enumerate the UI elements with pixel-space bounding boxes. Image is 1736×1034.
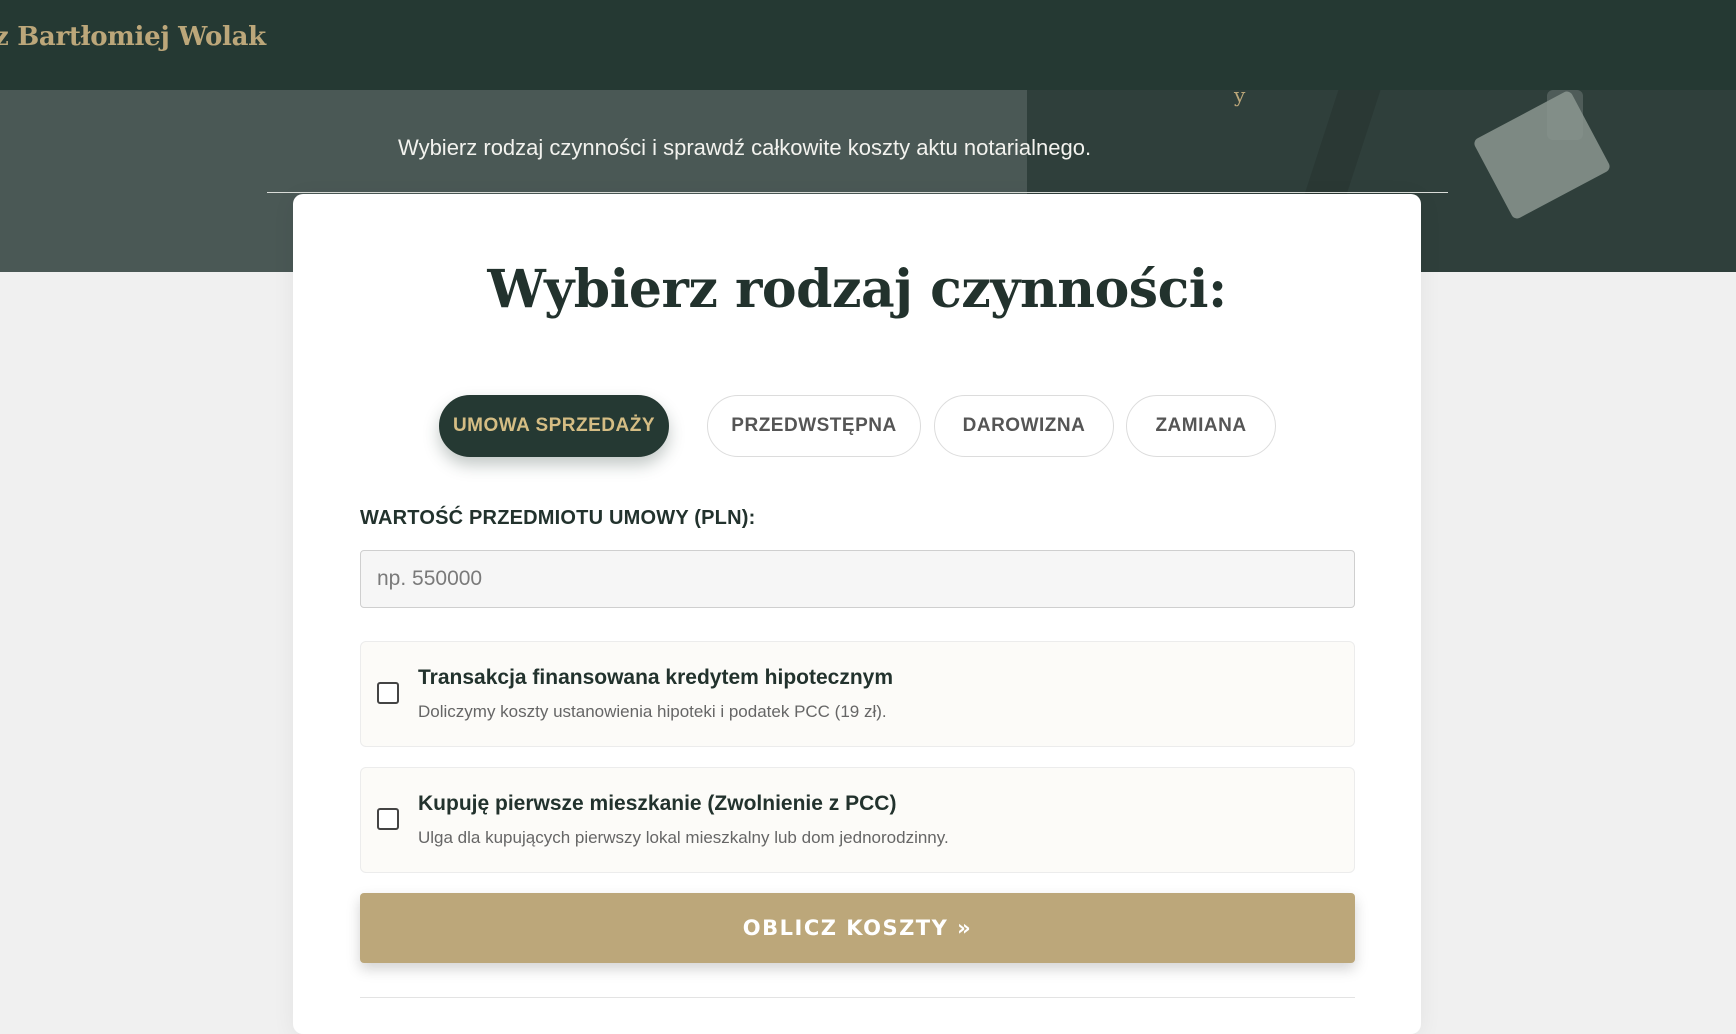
hero-subtitle: Wybierz rodzaj czynności i sprawdź całko…	[398, 135, 1092, 160]
tab-zamiana[interactable]: ZAMIANA	[1126, 395, 1276, 457]
calculate-costs-button[interactable]: OBLICZ KOSZTY »	[360, 893, 1355, 963]
calculator-card: Wybierz rodzaj czynności: UMOWA SPRZEDAŻ…	[293, 194, 1421, 1034]
hero-title-fragment: y	[1234, 90, 1246, 107]
tab-umowa-sprzedazy[interactable]: UMOWA SPRZEDAŻY	[439, 395, 669, 457]
tab-przedwstepna[interactable]: PRZEDWSTĘPNA	[707, 395, 921, 457]
mortgage-option-title: Transakcja finansowana kredytem hipotecz…	[418, 666, 894, 689]
first-home-option-description: Ulga dla kupujących pierwszy lokal miesz…	[418, 828, 949, 847]
first-home-option[interactable]: Kupuję pierwsze mieszkanie (Zwolnienie z…	[360, 767, 1355, 873]
first-home-checkbox[interactable]	[377, 808, 399, 830]
mortgage-checkbox[interactable]	[377, 682, 399, 704]
mortgage-option[interactable]: Transakcja finansowana kredytem hipotecz…	[360, 641, 1355, 747]
hero-photo-cuff	[1472, 90, 1612, 221]
card-divider	[360, 997, 1355, 998]
brand-logo-text[interactable]: z Bartłomiej Wolak	[0, 22, 266, 52]
first-home-option-title: Kupuję pierwsze mieszkanie (Zwolnienie z…	[418, 792, 897, 815]
contract-value-input[interactable]	[360, 550, 1355, 608]
hero-divider	[267, 192, 1448, 193]
calculator-title: Wybierz rodzaj czynności:	[487, 259, 1227, 320]
contract-value-label: WARTOŚĆ PRZEDMIOTU UMOWY (PLN):	[360, 507, 756, 529]
mortgage-option-description: Doliczymy koszty ustanowienia hipoteki i…	[418, 702, 887, 721]
top-navigation-bar: z Bartłomiej Wolak	[0, 0, 1736, 90]
tab-darowizna[interactable]: DAROWIZNA	[934, 395, 1114, 457]
